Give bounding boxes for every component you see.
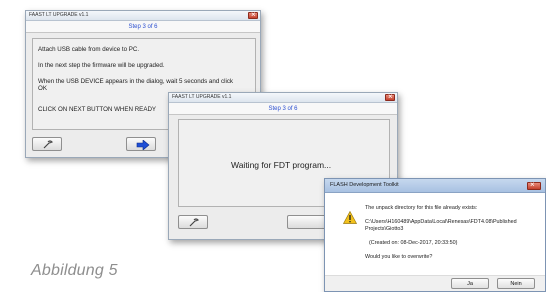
window-title: FAAST LT UPGRADE v1.1 [172, 94, 232, 100]
status-text: Waiting for FDT program... [231, 160, 332, 170]
step-indicator: Step 3 of 6 [169, 103, 397, 115]
fdt-overwrite-dialog: FLASH Development Toolkit The unpack dir… [324, 178, 546, 292]
figure-caption: Abbildung 5 [31, 262, 118, 279]
instruction-click-next: CLICK ON NEXT BUTTON WHEN READY [38, 106, 157, 113]
no-button[interactable]: Nein [497, 278, 535, 289]
back-button[interactable] [178, 215, 208, 229]
step-indicator: Step 3 of 6 [26, 21, 260, 33]
wrench-back-icon [189, 218, 200, 227]
close-button[interactable] [527, 180, 541, 190]
instruction-next-step: In the next step the firmware will be up… [38, 62, 165, 69]
title-bar: FLASH Development Toolkit [325, 179, 545, 193]
instruction-wait-line2: OK [38, 85, 47, 92]
window-title: FLASH Development Toolkit [330, 182, 399, 188]
warning-icon [343, 211, 357, 224]
window-title: FAAST LT UPGRADE v1.1 [29, 12, 89, 18]
dialog-path-line1: C:\Users\H160489\AppData\Local\Renesas\F… [365, 219, 517, 225]
dialog-question: Would you like to overwrite? [365, 254, 433, 260]
wrench-back-icon [43, 140, 54, 149]
dialog-message: The unpack directory for this file alrea… [365, 205, 478, 211]
title-bar: FAAST LT UPGRADE v1.1 [169, 93, 397, 103]
dialog-path-line2: Projects\Giotto3 [365, 226, 404, 232]
dialog-created-date: (Created on: 08-Dec-2017, 20:33:50) [369, 240, 458, 246]
instruction-wait-line1: When the USB DEVICE appears in the dialo… [38, 78, 234, 85]
close-button[interactable] [248, 11, 258, 19]
dialog-button-bar: Ja Nein [325, 275, 545, 291]
next-button[interactable] [126, 137, 156, 151]
close-button[interactable] [385, 93, 395, 101]
next-button-disabled[interactable] [287, 215, 327, 229]
back-button[interactable] [32, 137, 62, 151]
arrow-right-icon [136, 140, 150, 150]
screenshot-stage: FAAST LT UPGRADE v1.1 Step 3 of 6 Attach… [0, 0, 546, 292]
instruction-attach: Attach USB cable from device to PC. [38, 46, 140, 53]
title-bar: FAAST LT UPGRADE v1.1 [26, 11, 260, 21]
yes-button[interactable]: Ja [451, 278, 489, 289]
